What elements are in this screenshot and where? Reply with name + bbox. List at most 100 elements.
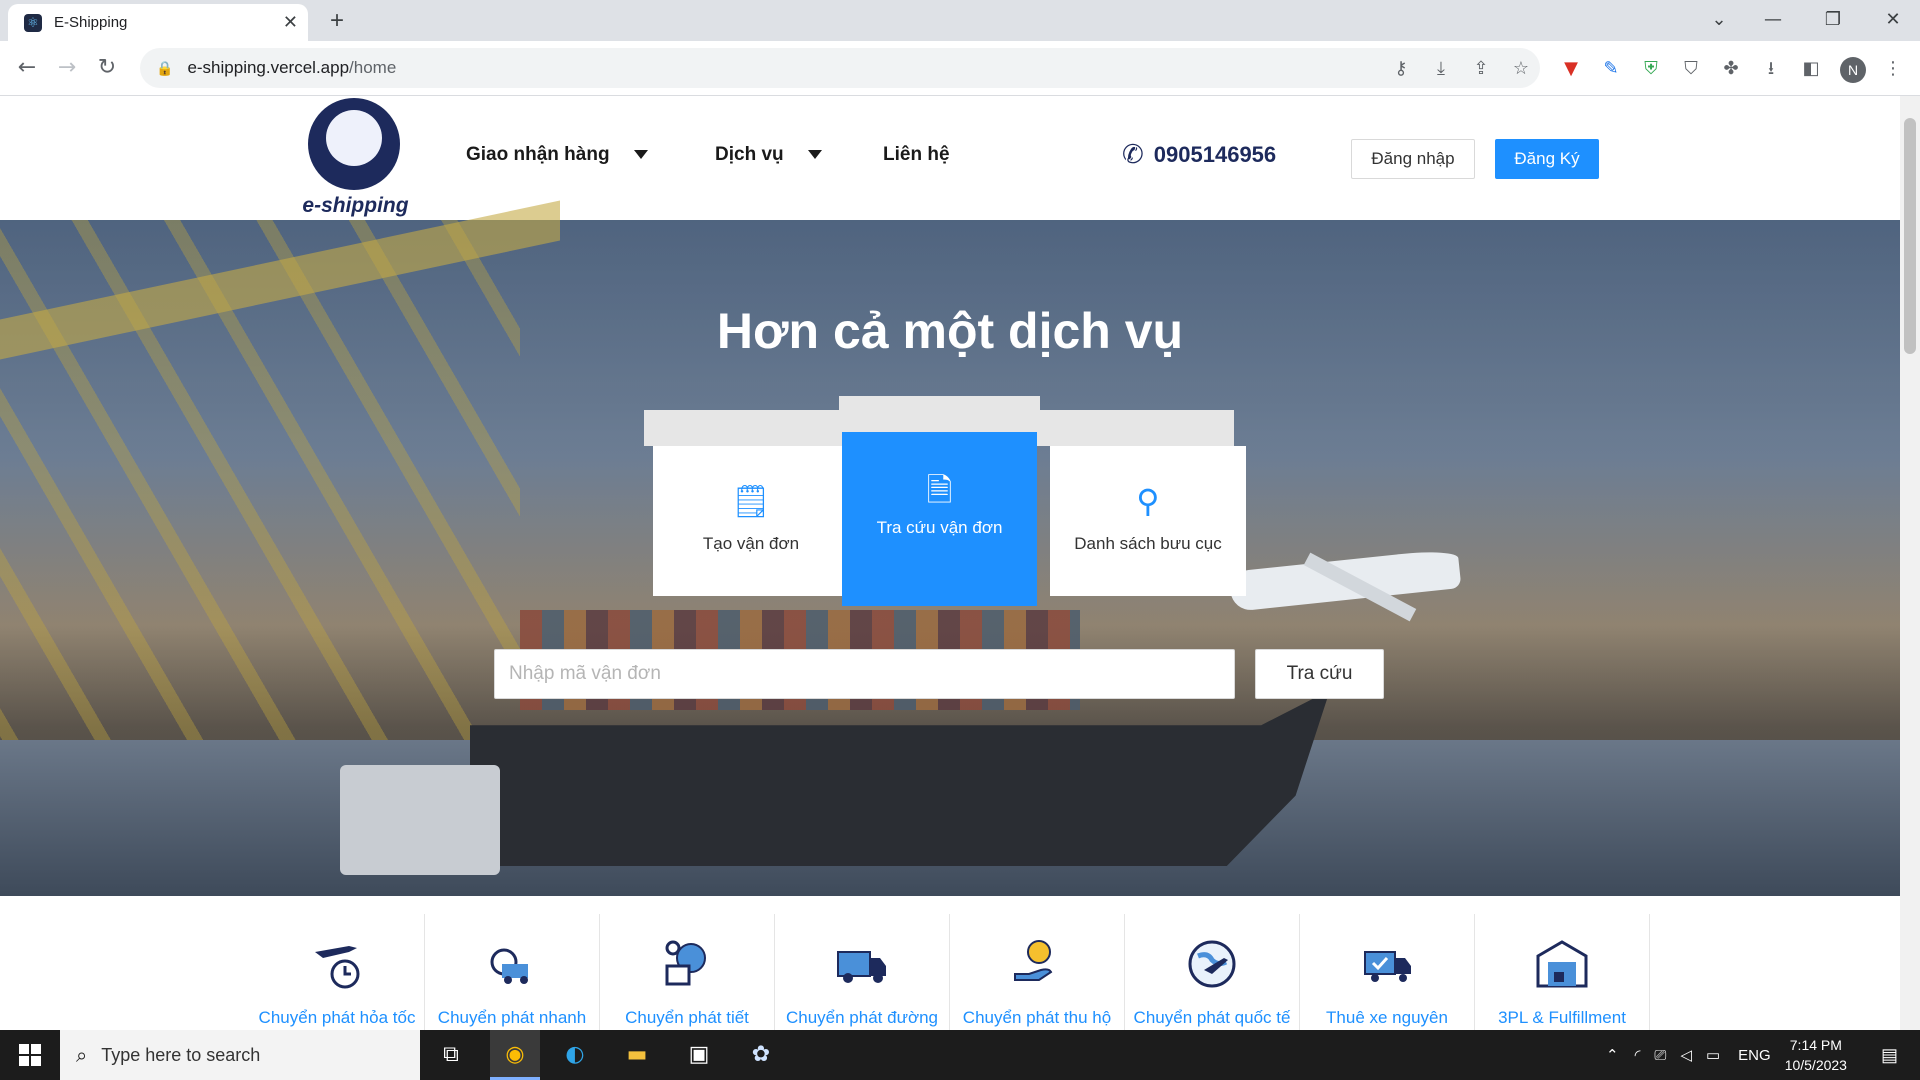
logo-wordmark: e-shipping (302, 194, 409, 217)
menu-lien-he[interactable]: Liên hệ (883, 144, 950, 166)
forward-arrow-icon[interactable]: → (50, 51, 84, 85)
browser-tab-bar: ⚛ E-Shipping ✕ + ⌄ — ❐ ✕ (0, 0, 1920, 41)
download-icon[interactable]: ⭳ (1758, 56, 1784, 82)
phone-contact[interactable]: ✆ 0905146956 (1122, 140, 1276, 170)
service-item[interactable]: Chuyển phát tiết kiệm (MES) (600, 914, 775, 1030)
service-item[interactable]: Chuyển phát nhanh (425, 914, 600, 1030)
windows-taskbar: ⌕ Type here to search ⧉ ◉ ◐ ▬ ▣ ✿ ⌃ ◜ ⎚ … (0, 1030, 1920, 1080)
card-post-offices[interactable]: ⚲ Danh sách bưu cục (1050, 446, 1246, 596)
address-bar[interactable]: 🔒 e-shipping.vercel.app/home (140, 48, 1540, 88)
signup-button[interactable]: Đăng Ký (1495, 139, 1599, 179)
menu-label: Liên hệ (883, 144, 950, 165)
search-icon: ⌕ (76, 1043, 88, 1067)
track-button[interactable]: Tra cứu (1255, 649, 1384, 699)
clock-time: 7:14 PM (1789, 1037, 1842, 1053)
menu-label: Giao nhận hàng (466, 144, 610, 165)
services-strip: Chuyển phát hỏa tốc Chuyển phát nhanh Ch… (250, 914, 1650, 1030)
volume-icon[interactable]: ◁ (1680, 1046, 1692, 1064)
phone-number: 0905146956 (1153, 142, 1277, 167)
close-window-button[interactable]: ✕ (1870, 4, 1916, 36)
wifi-icon[interactable]: ◜ (1635, 1046, 1641, 1064)
service-label: Thuê xe nguyên chuyến (1326, 1008, 1448, 1027)
caret-down-icon (807, 150, 822, 160)
profile-avatar[interactable]: N (1840, 57, 1866, 83)
coin-hand-icon (1014, 940, 1053, 981)
notification-icon[interactable]: ▤ (1881, 1045, 1898, 1066)
search-document-icon: 🗎 (926, 471, 953, 509)
browser-tab[interactable]: ⚛ E-Shipping ✕ (8, 4, 308, 41)
truck-image (340, 765, 500, 875)
extension-shield-icon[interactable]: ⛨ (1638, 56, 1664, 82)
paint-taskbar-icon[interactable]: ✿ (736, 1030, 786, 1080)
web-page: e-shipping Giao nhận hàng Dịch vụ Liên h… (0, 96, 1900, 1030)
world-plane-icon (1188, 940, 1236, 988)
network-icon[interactable]: ⎚ (1654, 1047, 1666, 1064)
tab-search-chevron-icon[interactable]: ⌄ (1696, 4, 1742, 36)
cargo-ship (470, 690, 1330, 866)
service-tabs-header-active (839, 396, 1040, 416)
service-label: Chuyển phát quốc tế (1133, 1008, 1291, 1027)
hero-title: Hơn cả một dịch vụ (716, 303, 1184, 359)
tracking-code-input[interactable] (494, 649, 1235, 699)
service-item[interactable]: Chuyển phát thu hộ (COD) (950, 914, 1125, 1030)
caret-down-icon (633, 150, 648, 160)
create-order-icon: 🗒 (730, 482, 772, 520)
extensions-puzzle-icon[interactable]: ✤ (1718, 56, 1744, 82)
extension-pen-icon[interactable]: ✎ (1598, 56, 1624, 82)
windows-start-icon[interactable] (0, 1030, 60, 1080)
new-tab-button[interactable]: + (322, 6, 352, 36)
card-track-order[interactable]: 🗎 Tra cứu vận đơn (842, 432, 1037, 606)
tray-chevron-icon[interactable]: ⌃ (1606, 1046, 1619, 1064)
globe-delivery-icon (665, 940, 706, 986)
react-favicon-icon: ⚛ (24, 13, 42, 32)
card-create-order[interactable]: 🗒 Tạo vận đơn (653, 446, 849, 596)
bookmark-star-icon[interactable]: ☆ (1508, 56, 1534, 82)
extension-dislike-icon[interactable]: ▼ (1558, 56, 1584, 82)
task-view-icon[interactable]: ⧉ (426, 1030, 476, 1080)
airplane-clock-icon (315, 946, 360, 989)
site-header: e-shipping Giao nhận hàng Dịch vụ Liên h… (0, 96, 1900, 220)
service-label: Chuyển phát nhanh (437, 1008, 587, 1027)
key-icon[interactable]: ⚷ (1388, 56, 1414, 82)
tab-title: E-Shipping (54, 14, 128, 31)
service-label: Chuyển phát đường bộ (785, 1008, 939, 1027)
meet-icon[interactable]: ▭ (1706, 1046, 1720, 1064)
chrome-menu-icon[interactable]: ⋮ (1880, 56, 1906, 82)
url-host: e-shipping.vercel.app (187, 58, 350, 77)
share-icon[interactable]: ⇪ (1468, 56, 1494, 82)
service-label: Chuyển phát thu hộ (COD) (962, 1008, 1112, 1027)
clock[interactable]: 7:14 PM 10/5/2023 (1785, 1035, 1847, 1075)
reload-icon[interactable]: ↻ (90, 51, 124, 85)
service-item[interactable]: Chuyển phát đường bộ (775, 914, 950, 1030)
chrome-taskbar-icon[interactable]: ◉ (490, 1030, 540, 1080)
side-panel-icon[interactable]: ◧ (1798, 56, 1824, 82)
taskbar-search[interactable]: ⌕ Type here to search (60, 1030, 420, 1080)
system-tray: ⌃ ◜ ⎚ ◁ ▭ ENG 7:14 PM 10/5/2023 ▤ (1606, 1030, 1920, 1080)
truck-icon (837, 951, 886, 983)
login-button[interactable]: Đăng nhập (1351, 139, 1475, 179)
service-label: Chuyển phát hỏa tốc (258, 1008, 416, 1027)
service-item[interactable]: Thuê xe nguyên chuyến (1300, 914, 1475, 1030)
file-explorer-icon[interactable]: ▬ (612, 1030, 662, 1080)
extension-shield-outline-icon[interactable]: ⛉ (1678, 56, 1704, 82)
menu-dich-vu[interactable]: Dịch vụ (715, 144, 822, 166)
minimize-button[interactable]: — (1750, 4, 1796, 36)
back-arrow-icon[interactable]: ← (10, 51, 44, 85)
install-app-icon[interactable]: ⤓ (1428, 56, 1454, 82)
e-shipping-logo[interactable]: e-shipping (298, 96, 413, 220)
scrollbar-thumb[interactable] (1904, 118, 1916, 354)
restore-button[interactable]: ❐ (1810, 4, 1856, 36)
service-item[interactable]: 3PL & Fulfillment (1475, 914, 1650, 1030)
card-label: Danh sách bưu cục (1074, 534, 1222, 553)
clock-date: 10/5/2023 (1784, 1057, 1847, 1073)
menu-giao-nhan-hang[interactable]: Giao nhận hàng (466, 144, 648, 166)
edge-taskbar-icon[interactable]: ◐ (550, 1030, 600, 1080)
service-item[interactable]: Chuyển phát quốc tế (1125, 914, 1300, 1030)
lock-icon: 🔒 (156, 59, 174, 76)
language-indicator[interactable]: ENG (1738, 1047, 1771, 1064)
app-taskbar-icon[interactable]: ▣ (674, 1030, 724, 1080)
service-item[interactable]: Chuyển phát hỏa tốc (250, 914, 425, 1030)
warehouse-icon (1536, 940, 1588, 988)
service-label: Chuyển phát tiết kiệm (MES) (625, 1008, 749, 1027)
tab-close-icon[interactable]: ✕ (283, 12, 298, 33)
